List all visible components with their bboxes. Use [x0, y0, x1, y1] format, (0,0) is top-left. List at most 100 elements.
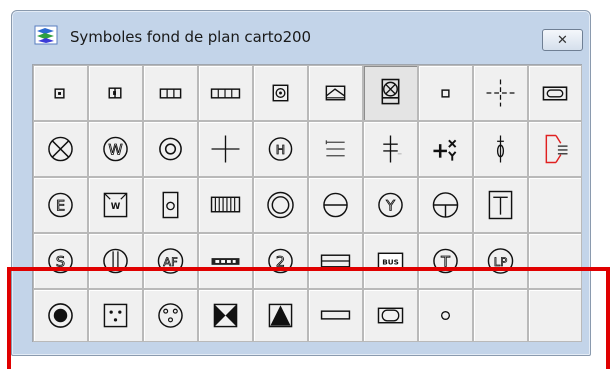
socket-box-icon — [103, 303, 128, 328]
grill-icon — [210, 196, 241, 213]
bowtie-icon — [213, 303, 238, 328]
close-icon: ✕ — [557, 32, 568, 48]
split-square-icon — [108, 87, 122, 99]
window-title: Symboles fond de plan carto200 — [70, 28, 311, 46]
symbol-red-bracket[interactable] — [528, 121, 582, 177]
circle-e-icon: E — [48, 192, 73, 218]
symbol-double-rect[interactable] — [308, 233, 363, 289]
three-lines-icon — [325, 140, 345, 157]
symbol-palette-window: Symboles fond de plan carto200 ✕ W H E W… — [11, 10, 591, 356]
symbol-empty-slot[interactable] — [528, 233, 582, 289]
circle-lp-icon: LP — [487, 248, 514, 274]
symbol-gate-hatched[interactable] — [308, 65, 363, 121]
symbol-bowtie[interactable] — [198, 289, 253, 342]
symbol-circle-t[interactable]: T — [418, 233, 473, 289]
symbol-circle-s[interactable]: S — [33, 233, 88, 289]
bus-box-label: BUS — [382, 257, 399, 266]
circle-2-icon: 2 — [268, 248, 293, 274]
symbol-three-lines[interactable] — [308, 121, 363, 177]
circle-t-icon: T — [433, 248, 458, 274]
box-w-label: W — [111, 202, 121, 212]
box-w-icon: W — [103, 192, 128, 218]
symbol-split-square[interactable] — [88, 65, 143, 121]
symbol-empty-slot[interactable] — [528, 177, 582, 233]
symbol-box-w[interactable]: W — [88, 177, 143, 233]
symbol-dashed-cross[interactable] — [473, 65, 528, 121]
close-button[interactable]: ✕ — [542, 29, 583, 51]
double-cross-icon — [383, 135, 402, 163]
label-slab-icon — [211, 258, 240, 265]
symbol-circle-l[interactable] — [88, 233, 143, 289]
symbol-grid: W H E W Y S AF 2 BUS T LP — [32, 64, 582, 342]
symbol-concentric-circle[interactable] — [143, 121, 198, 177]
symbol-circle-y[interactable]: Y — [363, 177, 418, 233]
symbol-filled-dot-ring[interactable] — [33, 289, 88, 342]
symbol-circle-w[interactable]: W — [88, 121, 143, 177]
symbol-empty-slot[interactable] — [528, 289, 582, 342]
symbol-circle-h[interactable]: H — [253, 121, 308, 177]
circle-l-icon — [103, 248, 128, 274]
symbol-grill[interactable] — [198, 177, 253, 233]
rounded-rect-icon — [542, 86, 568, 101]
symbol-long-box[interactable] — [198, 65, 253, 121]
symbol-double-ring[interactable] — [253, 177, 308, 233]
symbol-circle-plus[interactable] — [418, 177, 473, 233]
small-circle-icon — [440, 310, 451, 321]
symbol-socket-box[interactable] — [88, 289, 143, 342]
symbol-double-box[interactable] — [143, 65, 198, 121]
tiny-square-icon — [441, 89, 450, 98]
bar-rect-icon — [320, 310, 351, 320]
symbol-plus[interactable] — [198, 121, 253, 177]
app-icon — [34, 25, 58, 45]
symbol-small-square[interactable] — [33, 65, 88, 121]
circle-w-label: W — [108, 142, 122, 158]
double-rect-icon — [320, 254, 351, 268]
dashed-cross-icon — [486, 79, 515, 107]
symbol-circle-2[interactable]: 2 — [253, 233, 308, 289]
highlight-line-horizontal — [7, 267, 610, 271]
box-rect-icon — [377, 307, 404, 324]
bus-box-icon: BUS — [377, 252, 404, 270]
symbol-plus-x[interactable] — [418, 121, 473, 177]
filled-dot-ring-icon — [48, 303, 73, 328]
symbol-ring-in-square[interactable] — [253, 65, 308, 121]
long-box-icon — [210, 88, 241, 99]
symbol-rounded-rect[interactable] — [528, 65, 582, 121]
symbol-circle-x[interactable] — [33, 121, 88, 177]
symbol-box-rect[interactable] — [363, 289, 418, 342]
symbol-box-t[interactable] — [473, 177, 528, 233]
symbol-circle-minus[interactable] — [308, 177, 363, 233]
circle-w-icon: W — [103, 136, 128, 162]
ring-in-square-icon — [272, 84, 289, 102]
symbol-hydrant[interactable] — [473, 121, 528, 177]
circle-minus-icon — [323, 192, 348, 218]
circle-h-label: H — [276, 142, 285, 157]
symbol-bar-rect[interactable] — [308, 289, 363, 342]
highlight-line-right — [606, 267, 610, 369]
title-bar[interactable]: Symboles fond de plan carto200 ✕ — [12, 11, 590, 55]
symbol-small-circle[interactable] — [418, 289, 473, 342]
symbol-triangle-box[interactable] — [253, 289, 308, 342]
circle-x-icon — [48, 136, 73, 162]
circle-e-label: E — [56, 198, 65, 214]
symbol-box-circle[interactable] — [143, 177, 198, 233]
double-ring-icon — [267, 191, 294, 219]
symbol-tiny-square[interactable] — [418, 65, 473, 121]
double-box-icon — [159, 88, 182, 99]
symbol-label-slab[interactable] — [198, 233, 253, 289]
symbol-box-cross[interactable] — [363, 65, 418, 121]
circle-plus-icon — [432, 192, 459, 218]
small-square-icon — [54, 88, 65, 99]
symbol-bus-box[interactable]: BUS — [363, 233, 418, 289]
symbol-circle-lp[interactable]: LP — [473, 233, 528, 289]
symbol-circle-e[interactable]: E — [33, 177, 88, 233]
three-pin-icon — [158, 303, 183, 328]
symbol-empty-slot[interactable] — [473, 289, 528, 342]
concentric-circle-icon — [159, 137, 182, 161]
box-cross-icon — [381, 78, 400, 105]
symbol-three-pin[interactable] — [143, 289, 198, 342]
circle-y-label: Y — [385, 198, 395, 214]
symbol-circle-af[interactable]: AF — [143, 233, 198, 289]
symbol-double-cross[interactable] — [363, 121, 418, 177]
triangle-box-icon — [268, 303, 293, 328]
